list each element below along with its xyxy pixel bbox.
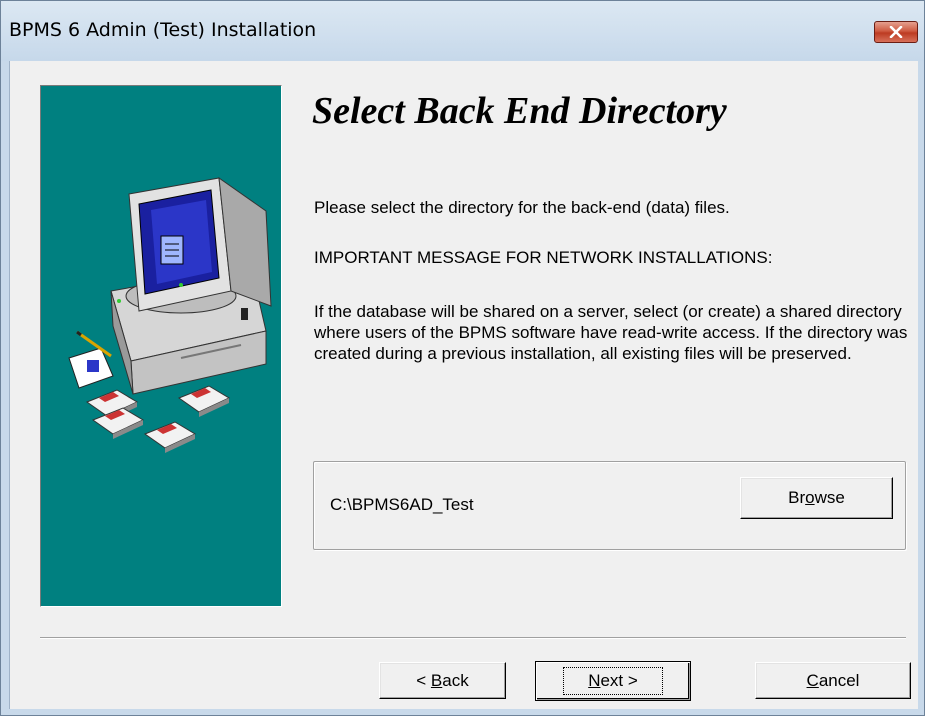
window-title: BPMS 6 Admin (Test) Installation — [9, 19, 317, 41]
floppy-disk-icon — [85, 385, 231, 453]
computer-illustration — [68, 176, 272, 453]
close-button[interactable] — [874, 21, 918, 43]
cancel-button[interactable]: Cancel — [755, 662, 911, 699]
back-button[interactable]: < Back — [379, 662, 506, 699]
next-button[interactable]: Next > — [535, 661, 691, 701]
installer-window: BPMS 6 Admin (Test) Installation Select … — [0, 0, 925, 716]
directory-path: C:\BPMS6AD_Test — [330, 495, 474, 514]
network-message-text: If the database will be shared on a serv… — [314, 302, 908, 363]
clipboard-icon — [68, 330, 114, 389]
browse-button[interactable]: Br o wse — [740, 477, 893, 519]
directory-group: C:\BPMS6AD_Test Br o wse — [313, 461, 906, 550]
footer-separator — [40, 637, 906, 639]
side-image-panel — [40, 85, 282, 607]
dialog-body: Select Back End Directory Please select … — [9, 61, 918, 709]
focus-rect: Next > — [563, 667, 663, 695]
important-message-label: IMPORTANT MESSAGE FOR NETWORK INSTALLATI… — [314, 248, 773, 267]
close-icon — [889, 26, 903, 38]
title-bar[interactable]: BPMS 6 Admin (Test) Installation — [1, 1, 924, 61]
page-heading: Select Back End Directory — [312, 90, 727, 132]
instruction-text: Please select the directory for the back… — [314, 198, 730, 217]
